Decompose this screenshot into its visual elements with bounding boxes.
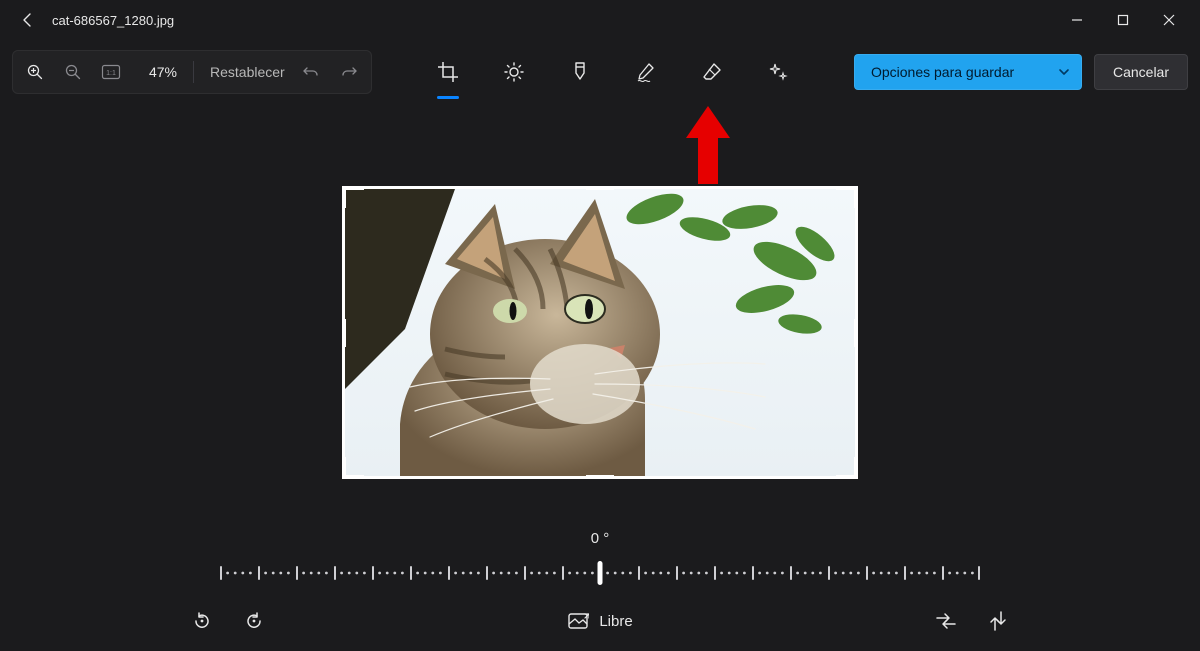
crop-handle[interactable]	[586, 475, 614, 479]
flip-buttons	[934, 609, 1010, 633]
zoom-value[interactable]: 47%	[137, 64, 177, 80]
aspect-label: Libre	[599, 613, 632, 630]
crop-handle[interactable]	[854, 319, 858, 347]
titlebar: cat-686567_1280.jpg	[0, 0, 1200, 40]
maximize-button[interactable]	[1100, 0, 1146, 40]
crop-handle[interactable]	[342, 457, 346, 479]
tool-draw[interactable]	[633, 59, 659, 85]
flip-vertical-icon	[989, 610, 1007, 632]
redo-button[interactable]	[337, 60, 361, 84]
rotate-ccw-button[interactable]	[190, 609, 214, 633]
undo-icon	[302, 63, 320, 81]
zoom-out-icon	[64, 63, 82, 81]
bottom-controls: 0 °	[0, 530, 1200, 651]
flip-horizontal-icon	[935, 612, 957, 630]
marker-icon	[570, 61, 590, 83]
fit-icon: 1:1	[101, 64, 121, 80]
photo-preview	[345, 189, 855, 476]
tool-erase[interactable]	[699, 59, 725, 85]
divider	[193, 61, 194, 83]
crop-handle[interactable]	[342, 186, 346, 208]
file-title: cat-686567_1280.jpg	[48, 13, 174, 28]
svg-text:1:1: 1:1	[106, 70, 116, 77]
brightness-icon	[503, 61, 525, 83]
bottom-row: Libre	[0, 609, 1200, 633]
fit-to-screen-button[interactable]: 1:1	[99, 60, 123, 84]
tool-retouch[interactable]	[765, 59, 791, 85]
eraser-icon	[701, 61, 723, 83]
maximize-icon	[1117, 14, 1129, 26]
rotate-cw-button[interactable]	[242, 609, 266, 633]
crop-icon	[437, 61, 459, 83]
close-icon	[1163, 14, 1175, 26]
tool-marker[interactable]	[567, 59, 593, 85]
save-options-label: Opciones para guardar	[871, 64, 1014, 80]
rotate-cw-icon	[244, 611, 264, 631]
arrow-left-icon	[20, 12, 36, 28]
rotation-thumb[interactable]	[598, 561, 603, 585]
flip-vertical-button[interactable]	[986, 609, 1010, 633]
cancel-button[interactable]: Cancelar	[1094, 54, 1188, 90]
canvas-area	[0, 120, 1200, 511]
zoom-group: 1:1 47% Restablecer	[12, 50, 372, 94]
sparkle-icon	[767, 61, 789, 83]
minimize-icon	[1071, 14, 1083, 26]
chevron-down-icon	[1057, 65, 1071, 79]
window-controls	[1054, 0, 1192, 40]
rotation-slider[interactable]	[220, 557, 980, 589]
rotate-ccw-icon	[192, 611, 212, 631]
aspect-ratio-button[interactable]: Libre	[567, 611, 632, 631]
back-button[interactable]	[8, 0, 48, 40]
aspect-icon	[567, 611, 589, 631]
tool-crop[interactable]	[435, 59, 461, 85]
flip-horizontal-button[interactable]	[934, 609, 958, 633]
crop-handle[interactable]	[854, 457, 858, 479]
crop-frame[interactable]	[342, 186, 858, 479]
redo-icon	[340, 63, 358, 81]
crop-handle[interactable]	[586, 186, 614, 190]
crop-handle[interactable]	[342, 319, 346, 347]
crop-handle[interactable]	[854, 186, 858, 208]
rotation-value: 0 °	[0, 530, 1200, 547]
pencil-squiggle-icon	[635, 61, 657, 83]
cancel-label: Cancelar	[1113, 64, 1169, 80]
minimize-button[interactable]	[1054, 0, 1100, 40]
reset-button[interactable]: Restablecer	[210, 64, 285, 80]
top-toolbar: 1:1 47% Restablecer	[0, 40, 1200, 104]
zoom-in-icon	[26, 63, 44, 81]
zoom-out-button[interactable]	[61, 60, 85, 84]
save-options-button[interactable]: Opciones para guardar	[854, 54, 1082, 90]
close-button[interactable]	[1146, 0, 1192, 40]
zoom-in-button[interactable]	[23, 60, 47, 84]
action-buttons: Opciones para guardar Cancelar	[854, 54, 1188, 90]
rotate-buttons	[190, 609, 266, 633]
edit-tools	[392, 59, 834, 85]
tool-adjust[interactable]	[501, 59, 527, 85]
undo-button[interactable]	[299, 60, 323, 84]
